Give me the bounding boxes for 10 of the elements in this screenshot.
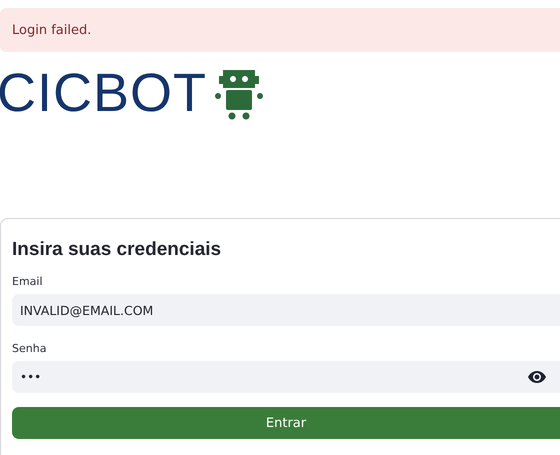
eye-icon[interactable] xyxy=(528,371,546,383)
login-button[interactable]: Entrar xyxy=(12,407,560,439)
password-field[interactable]: ••• xyxy=(12,361,560,393)
robot-icon xyxy=(215,68,264,120)
error-message: Login failed. xyxy=(12,22,92,38)
field-label: Email xyxy=(12,275,44,288)
field-label: Senha xyxy=(12,342,48,355)
form-title: Insira suas credenciais xyxy=(12,239,222,261)
logo-text: CICBOT xyxy=(0,66,208,120)
email-field[interactable]: INVALID@EMAIL.COM xyxy=(12,294,560,326)
